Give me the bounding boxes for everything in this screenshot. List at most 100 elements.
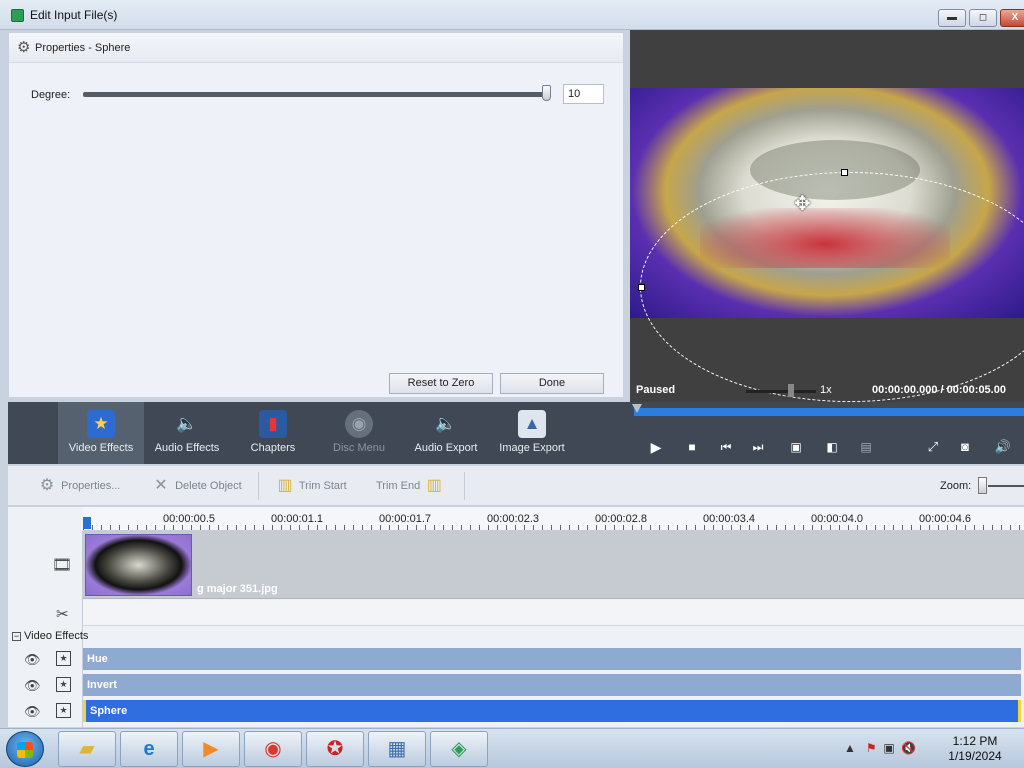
ruler-tick: 00:00:02.3 — [487, 513, 539, 525]
effect-star-icon[interactable]: ★ — [56, 677, 71, 692]
reset-to-zero-button[interactable]: Reset to Zero — [389, 373, 493, 394]
show-hidden-icons[interactable]: ▲ — [844, 741, 856, 755]
video-track[interactable]: g major 351.jpg — [83, 531, 1024, 599]
explorer-taskbar-button[interactable]: ▰ — [58, 731, 116, 767]
control-panel-taskbar-button[interactable]: ▦ — [368, 731, 426, 767]
tool-label: Audio Export — [414, 442, 478, 454]
fullscreen-icon[interactable]: ⤢ — [922, 437, 944, 457]
trim-start-button[interactable]: ▥ Trim Start — [274, 466, 347, 506]
selection-handle-top[interactable] — [841, 169, 848, 176]
eye-icon[interactable]: 👁 — [24, 652, 41, 668]
volume-icon[interactable]: 🔊 — [986, 437, 1020, 457]
speed-slider-thumb[interactable] — [788, 384, 794, 397]
window-title: Edit Input File(s) — [30, 8, 118, 22]
selection-handle-left[interactable] — [638, 284, 645, 291]
tool-label: Video Effects — [68, 442, 134, 454]
app-taskbar-button[interactable]: ✪ — [306, 731, 364, 767]
delete-object-button[interactable]: ✕ Delete Object — [150, 466, 242, 506]
zoom-label: Zoom: — [940, 480, 972, 492]
degree-input[interactable]: 10 — [563, 84, 604, 104]
tool-video-effects[interactable]: ★ Video Effects — [58, 402, 144, 464]
degree-slider-thumb[interactable] — [542, 85, 551, 101]
gradient-view-icon[interactable]: ▤ — [856, 437, 876, 457]
playhead[interactable] — [83, 517, 91, 529]
tool-label: Disc Menu — [333, 442, 385, 454]
speaker-export-icon: 🔈 — [435, 414, 457, 433]
properties-tool-label: Properties... — [61, 480, 121, 492]
tool-chapters[interactable]: ▮ Chapters — [236, 402, 310, 464]
minimize-button[interactable]: ▬ — [938, 9, 966, 27]
video-effects-group[interactable]: − Video Effects — [12, 630, 88, 642]
effect-star-icon[interactable]: ★ — [56, 651, 71, 666]
collapse-icon[interactable]: − — [12, 631, 21, 641]
trim-start-label: Trim Start — [298, 480, 347, 492]
timeline: 00:00:00.5 00:00:01.1 00:00:01.7 00:00:0… — [8, 507, 1024, 727]
ruler-tick: 00:00:00.5 — [163, 513, 215, 525]
video-effects-group-label: Video Effects — [24, 630, 89, 642]
next-frame-icon[interactable]: ⏭ — [748, 437, 768, 457]
toolbar-divider — [258, 472, 259, 500]
network-icon[interactable]: ▣ — [883, 741, 894, 755]
media-player-taskbar-button[interactable]: ▶ — [182, 731, 240, 767]
app-icon — [11, 9, 24, 22]
action-center-icon[interactable]: ⚑ — [866, 741, 877, 755]
previous-frame-icon[interactable]: ⏮ — [716, 437, 736, 457]
playback-progress-bar[interactable] — [634, 408, 1024, 416]
tool-audio-export[interactable]: 🔈 Audio Export — [406, 402, 486, 464]
speed-slider-track[interactable] — [746, 390, 816, 393]
ruler-tick: 00:00:04.6 — [919, 513, 971, 525]
ruler-tick: 00:00:03.4 — [703, 513, 755, 525]
trim-end-button[interactable]: Trim End ▥ — [376, 466, 445, 506]
internet-explorer-taskbar-button[interactable]: e — [120, 731, 178, 767]
control-panel-icon: ▦ — [387, 738, 407, 760]
audio-track[interactable] — [83, 600, 1024, 626]
split-icon[interactable]: ▣ — [784, 437, 808, 457]
timeline-ruler[interactable]: 00:00:00.5 00:00:01.1 00:00:01.7 00:00:0… — [83, 507, 1024, 531]
effect-star-icon[interactable]: ★ — [56, 703, 71, 718]
effect-bar-sphere[interactable]: Sphere — [83, 700, 1021, 722]
ruler-tick: 00:00:04.0 — [811, 513, 863, 525]
eye-icon[interactable]: 👁 — [24, 678, 41, 694]
ruler-tick: 00:00:01.1 — [271, 513, 323, 525]
speed-readout: 1x — [820, 384, 832, 396]
volume-muted-icon[interactable]: 🔇 — [901, 741, 916, 755]
done-button[interactable]: Done — [500, 373, 604, 394]
degree-slider-track[interactable] — [83, 92, 549, 97]
snapshot-camera-icon[interactable]: ◙ — [954, 437, 976, 457]
start-button[interactable] — [6, 731, 44, 767]
tool-image-export[interactable]: ▲ Image Export — [494, 402, 570, 464]
compare-icon[interactable]: ◧ — [822, 437, 842, 457]
zoom-slider-track[interactable] — [988, 485, 1024, 487]
ruler-tick: 00:00:02.8 — [595, 513, 647, 525]
delete-object-label: Delete Object — [175, 480, 242, 492]
close-button[interactable]: X — [1000, 9, 1024, 27]
image-export-icon: ▲ — [518, 410, 546, 438]
stop-icon[interactable]: ■ — [682, 437, 702, 457]
effect-selection-ellipse[interactable] — [640, 172, 1024, 402]
effect-bar-invert[interactable]: Invert — [83, 674, 1021, 696]
media-player-icon: ▶ — [203, 738, 219, 760]
chrome-taskbar-button[interactable]: ◉ — [244, 731, 302, 767]
ruler-tick: 00:00:01.7 — [379, 513, 431, 525]
maximize-button[interactable]: ◻ — [969, 9, 997, 27]
system-clock[interactable]: 1:12 PM 1/19/2024 — [940, 734, 1010, 764]
playback-status: Paused — [636, 384, 676, 396]
clock-date: 1/19/2024 — [948, 749, 1002, 763]
tool-label: Chapters — [250, 442, 296, 454]
properties-tool-button[interactable]: ⚙ Properties... — [36, 466, 121, 506]
effect-bar-hue[interactable]: Hue — [83, 648, 1021, 670]
play-icon[interactable]: ▶ — [646, 437, 666, 457]
properties-panel: ⚙ Properties - Sphere Degree: 10 Reset t… — [8, 32, 624, 398]
trim-end-icon: ▥ — [426, 477, 442, 495]
red-app-icon: ✪ — [326, 738, 344, 760]
system-tray: ▲ ⚑ ▣ 🔇 — [844, 741, 916, 755]
eye-icon[interactable]: 👁 — [24, 704, 41, 720]
clip-thumbnail[interactable] — [85, 534, 192, 596]
video-preview[interactable]: ✥ Paused 1x 00:00:00.000 / 00:00:05.00 — [630, 30, 1024, 402]
tool-audio-effects[interactable]: 🔈 Audio Effects — [148, 402, 226, 464]
video-editor-taskbar-button[interactable]: ◈ — [430, 731, 488, 767]
internet-explorer-icon: e — [143, 738, 155, 760]
tool-disc-menu[interactable]: ◉ Disc Menu — [322, 402, 396, 464]
clip-name: g major 351.jpg — [197, 583, 278, 595]
zoom-slider-thumb[interactable] — [978, 477, 987, 494]
